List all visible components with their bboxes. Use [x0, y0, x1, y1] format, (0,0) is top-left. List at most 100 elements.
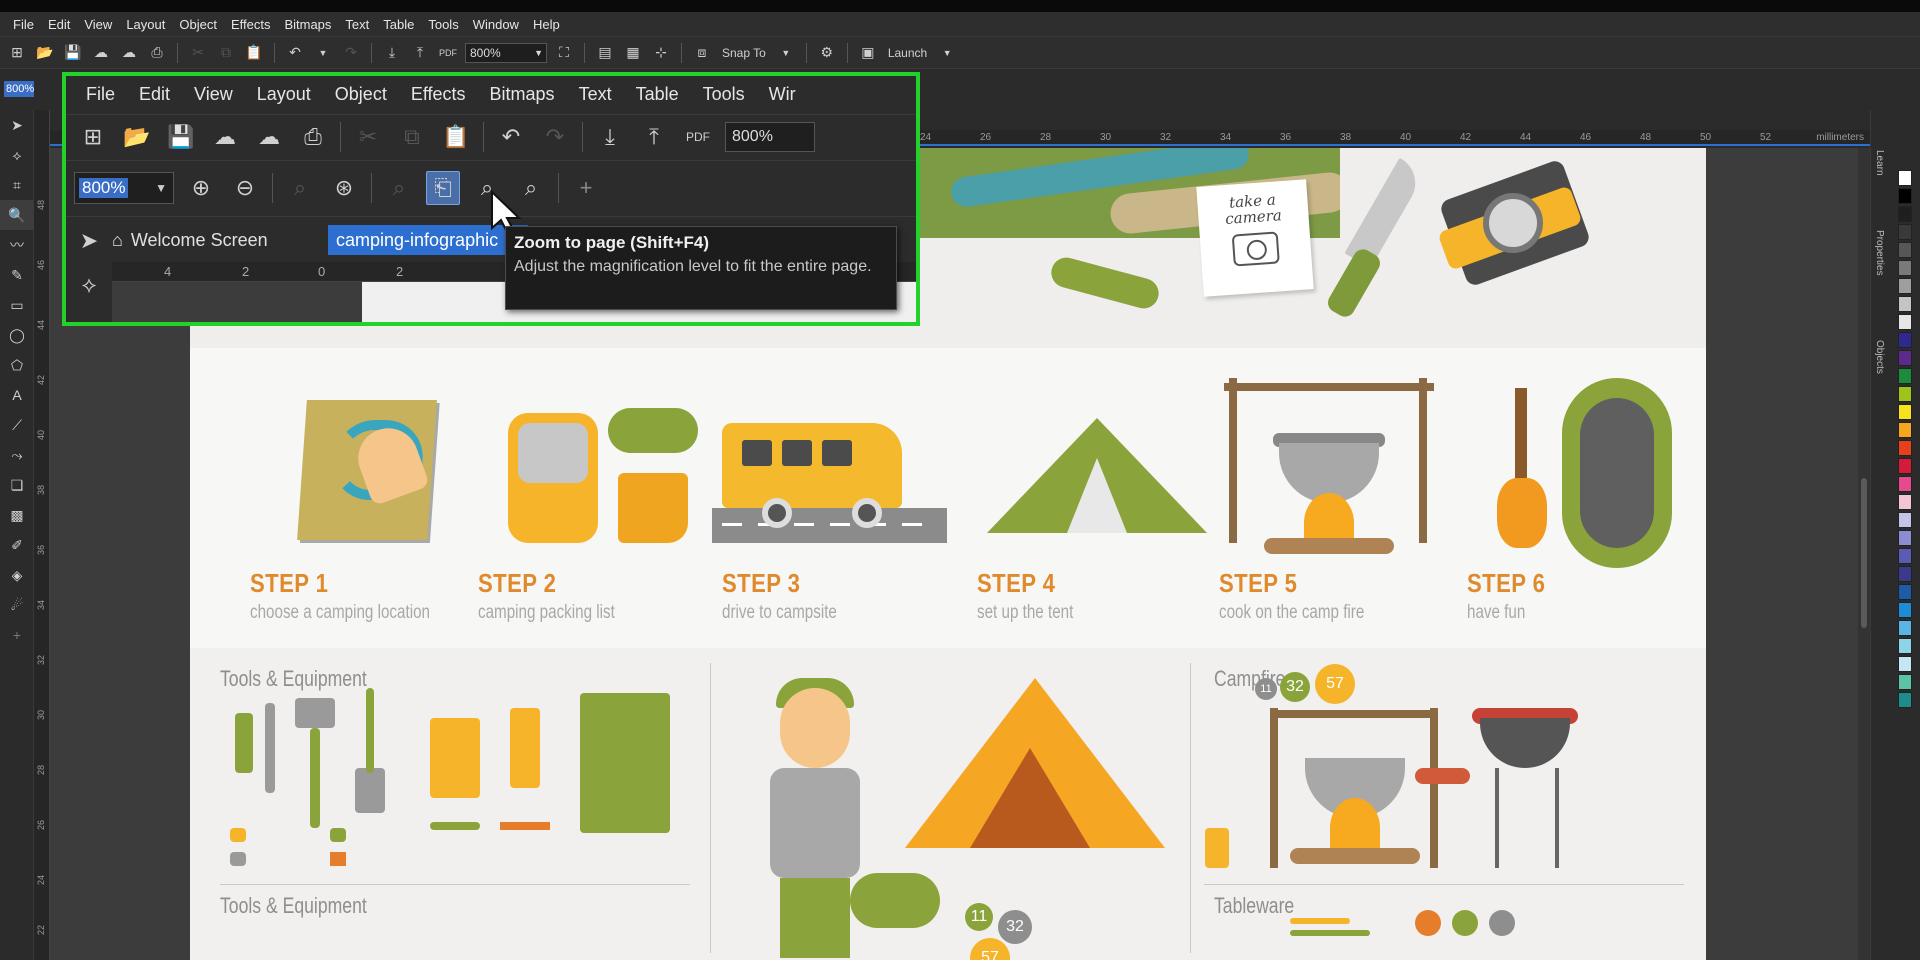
- color-swatch[interactable]: [1898, 440, 1912, 456]
- color-swatch[interactable]: [1898, 260, 1912, 276]
- menu-text[interactable]: Text: [338, 17, 376, 32]
- menu-edit[interactable]: Edit: [41, 17, 77, 32]
- snap-to-label[interactable]: Snap To: [719, 46, 769, 60]
- text-tool-icon[interactable]: A: [0, 380, 34, 410]
- paste-icon[interactable]: 📋: [243, 42, 265, 64]
- shovel-handle[interactable]: [366, 688, 374, 773]
- color-swatch[interactable]: [1898, 278, 1912, 294]
- cloud-upload-icon[interactable]: ☁: [252, 120, 286, 154]
- vertical-ruler[interactable]: 48 46 44 42 40 38 36 34 32 30 28 26 24 2…: [34, 110, 50, 960]
- undo-icon[interactable]: ↶: [494, 120, 528, 154]
- show-rulers-icon[interactable]: ▤: [594, 42, 616, 64]
- dome-tent-door[interactable]: [970, 748, 1090, 848]
- color-swatch[interactable]: [1898, 188, 1912, 204]
- color-swatch[interactable]: [1898, 206, 1912, 222]
- logs-illustration[interactable]: [1290, 848, 1420, 864]
- menu-file[interactable]: File: [74, 84, 127, 105]
- color-swatch[interactable]: [1898, 332, 1912, 348]
- undo-icon[interactable]: ↶: [284, 42, 306, 64]
- menu-object[interactable]: Object: [323, 84, 399, 105]
- docker-tab-properties[interactable]: Properties: [1874, 230, 1885, 276]
- color-swatch[interactable]: [1898, 350, 1912, 366]
- knife-illustration[interactable]: [265, 703, 275, 793]
- add-tool-icon[interactable]: +: [0, 620, 34, 650]
- menu-window[interactable]: Wir: [757, 84, 808, 105]
- hiker-body[interactable]: [770, 768, 860, 878]
- propbar-zoom-field[interactable]: 800%: [4, 81, 34, 97]
- flashlight-illustration[interactable]: [510, 708, 540, 788]
- color-swatch[interactable]: [1898, 368, 1912, 384]
- launch-label[interactable]: Launch: [885, 46, 930, 60]
- step-5[interactable]: STEP 5 cook on the camp fire: [1209, 358, 1449, 638]
- menu-view[interactable]: View: [182, 84, 245, 105]
- menu-bitmaps[interactable]: Bitmaps: [277, 17, 338, 32]
- zoom-out-icon[interactable]: ⊖: [228, 171, 262, 205]
- cloud-download-icon[interactable]: ☁: [208, 120, 242, 154]
- artistic-media-icon[interactable]: ✎: [0, 260, 34, 290]
- step-2[interactable]: STEP 2 camping packing list: [468, 358, 708, 638]
- launch-icon[interactable]: ▣: [857, 42, 879, 64]
- menu-edit[interactable]: Edit: [127, 84, 182, 105]
- color-swatch[interactable]: [1898, 584, 1912, 600]
- chevron-down-icon[interactable]: ▼: [936, 42, 958, 64]
- camera-lens-illustration[interactable]: [1483, 193, 1543, 253]
- color-swatch[interactable]: [1898, 566, 1912, 582]
- matchbox-illustration[interactable]: [1205, 828, 1229, 868]
- color-swatch[interactable]: [1898, 692, 1912, 708]
- export-icon[interactable]: ⤒: [409, 42, 431, 64]
- docker-tab-learn[interactable]: Learn: [1874, 150, 1885, 176]
- import-icon[interactable]: ⤓: [593, 120, 627, 154]
- menu-layout[interactable]: Layout: [119, 17, 172, 32]
- menu-text[interactable]: Text: [567, 84, 624, 105]
- menu-effects[interactable]: Effects: [224, 17, 278, 32]
- connector-tool-icon[interactable]: ⤳: [0, 440, 34, 470]
- color-swatch[interactable]: [1898, 422, 1912, 438]
- import-icon[interactable]: ⤓: [381, 42, 403, 64]
- drop-shadow-icon[interactable]: ❏: [0, 470, 34, 500]
- zoom-level-combo[interactable]: 800% ▼: [465, 42, 547, 63]
- zoom-to-selected-icon[interactable]: ⌕: [283, 171, 317, 205]
- zoom-to-page-icon[interactable]: ⎗: [426, 170, 460, 205]
- menu-effects[interactable]: Effects: [399, 84, 478, 105]
- step-4[interactable]: STEP 4 set up the tent: [967, 358, 1207, 638]
- tab-welcome-screen[interactable]: ⌂ Welcome Screen: [112, 225, 352, 255]
- menu-file[interactable]: File: [6, 17, 41, 32]
- grill-illustration[interactable]: [1480, 718, 1570, 768]
- color-swatch[interactable]: [1898, 674, 1912, 690]
- menu-window[interactable]: Window: [466, 17, 526, 32]
- gear-icon[interactable]: ⚙: [816, 42, 838, 64]
- step-6[interactable]: STEP 6 have fun: [1457, 358, 1697, 638]
- menu-bitmaps[interactable]: Bitmaps: [478, 84, 567, 105]
- color-swatch[interactable]: [1898, 602, 1912, 618]
- color-swatch[interactable]: [1898, 638, 1912, 654]
- vertical-scrollbar[interactable]: [1858, 148, 1870, 960]
- rectangle-tool-icon[interactable]: ▭: [0, 290, 34, 320]
- shape-tool-icon[interactable]: ⟡: [72, 268, 106, 302]
- docker-tab-objects[interactable]: Objects: [1874, 340, 1885, 374]
- color-swatch[interactable]: [1898, 530, 1912, 546]
- color-swatch[interactable]: [1898, 296, 1912, 312]
- menu-object[interactable]: Object: [172, 17, 224, 32]
- menu-help[interactable]: Help: [526, 17, 567, 32]
- color-swatch[interactable]: [1898, 224, 1912, 240]
- menu-table[interactable]: Table: [376, 17, 421, 32]
- axe-illustration[interactable]: [295, 698, 335, 728]
- export-pdf-icon[interactable]: PDF: [681, 120, 715, 154]
- shovel-illustration[interactable]: [355, 768, 385, 813]
- parallel-dimension-icon[interactable]: ⟋: [0, 410, 34, 440]
- color-swatch[interactable]: [1898, 458, 1912, 474]
- copy-icon[interactable]: ⧉: [395, 120, 429, 154]
- sausage-illustration[interactable]: [1415, 768, 1470, 784]
- full-screen-preview-icon[interactable]: ⛶: [553, 42, 575, 64]
- menu-layout[interactable]: Layout: [245, 84, 323, 105]
- color-swatch[interactable]: [1898, 548, 1912, 564]
- step-1[interactable]: STEP 1 choose a camping location: [240, 358, 480, 638]
- menu-tools[interactable]: Tools: [421, 17, 465, 32]
- undo-dropdown-icon[interactable]: ▼: [312, 42, 334, 64]
- scrollbar-thumb[interactable]: [1861, 478, 1867, 628]
- new-document-icon[interactable]: ⊞: [6, 42, 28, 64]
- show-grid-icon[interactable]: ▦: [622, 42, 644, 64]
- zoom-level-combo[interactable]: 800%: [725, 121, 815, 152]
- new-document-icon[interactable]: ⊞: [76, 120, 110, 154]
- cut-icon[interactable]: ✂: [351, 120, 385, 154]
